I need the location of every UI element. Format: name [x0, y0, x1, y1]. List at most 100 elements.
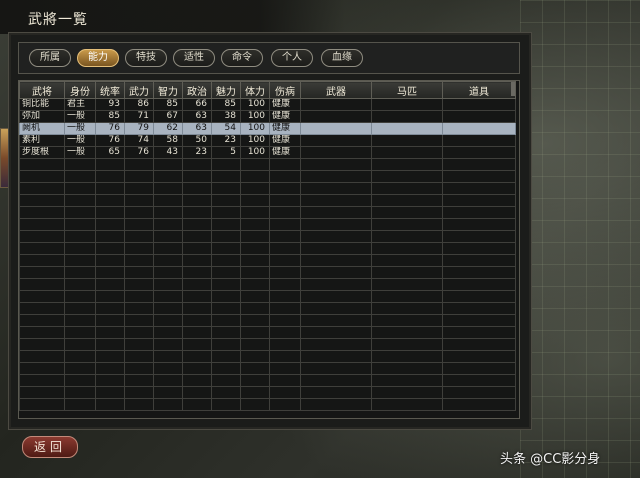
- table-cell: [240, 290, 270, 303]
- table-cell: [211, 278, 241, 291]
- column-header-5[interactable]: 政治: [182, 81, 212, 99]
- table-cell: [19, 254, 65, 267]
- table-cell: [371, 206, 443, 219]
- table-cell: [211, 266, 241, 279]
- scrollbar-thumb[interactable]: [511, 82, 515, 96]
- table-cell: [300, 170, 372, 183]
- table-cell: [442, 362, 516, 375]
- column-header-1[interactable]: 身份: [64, 81, 96, 99]
- table-cell: [442, 374, 516, 387]
- table-cell: [442, 110, 516, 123]
- column-header-7[interactable]: 体力: [240, 81, 270, 99]
- tab-0[interactable]: 所属: [29, 49, 71, 67]
- back-button[interactable]: 返回: [22, 436, 78, 458]
- table-cell: 62: [153, 122, 183, 135]
- table-cell: [19, 158, 65, 171]
- table-row[interactable]: 弥加 一般 85 71 67 63 38 100 健康: [19, 110, 516, 123]
- table-cell: [211, 230, 241, 243]
- column-header-8[interactable]: 伤病: [269, 81, 301, 99]
- column-header-0[interactable]: 武将: [19, 81, 65, 99]
- table-cell: [124, 194, 154, 207]
- table-cell: [211, 314, 241, 327]
- table-cell: [300, 218, 372, 231]
- table-cell: [371, 254, 443, 267]
- table-cell: [269, 338, 301, 351]
- table-row: [19, 170, 516, 183]
- table-cell: 阙机: [19, 122, 65, 135]
- table-cell: [269, 374, 301, 387]
- table-cell: [269, 206, 301, 219]
- table-row[interactable]: 阙机 一般 76 79 62 63 54 100 健康: [19, 122, 516, 135]
- tab-1[interactable]: 能力: [77, 49, 119, 67]
- column-header-4[interactable]: 智力: [153, 81, 183, 99]
- table-cell: [64, 398, 96, 411]
- table-cell: [124, 158, 154, 171]
- table-cell: [153, 194, 183, 207]
- table-cell: [211, 242, 241, 255]
- table-cell: [300, 98, 372, 111]
- column-header-9[interactable]: 武器: [300, 81, 372, 99]
- table-cell: [19, 362, 65, 375]
- table-cell: [371, 98, 443, 111]
- table-cell: [240, 218, 270, 231]
- table-cell: [95, 302, 125, 315]
- table-cell: [371, 290, 443, 303]
- table-cell: [269, 290, 301, 303]
- table-row: [19, 362, 516, 375]
- table-cell: 85: [211, 98, 241, 111]
- table-cell: 100: [240, 98, 270, 111]
- table-cell: [371, 110, 443, 123]
- table-cell: [211, 374, 241, 387]
- table-cell: 38: [211, 110, 241, 123]
- table-cell: [124, 302, 154, 315]
- table-row: [19, 158, 516, 171]
- table-cell: [269, 242, 301, 255]
- table-cell: [371, 338, 443, 351]
- column-header-10[interactable]: 马匹: [371, 81, 443, 99]
- table-cell: [182, 206, 212, 219]
- officer-table-container: 武将 身份 统率 武力 智力 政治 魅力 体力 伤病 武器 马匹 道具 铜比能 君主 93 86 85 66 85…: [18, 80, 520, 419]
- table-cell: [371, 158, 443, 171]
- table-cell: [182, 386, 212, 399]
- table-cell: [19, 374, 65, 387]
- table-cell: [269, 278, 301, 291]
- table-cell: [64, 170, 96, 183]
- table-row[interactable]: 铜比能 君主 93 86 85 66 85 100 健康: [19, 98, 516, 111]
- table-cell: [269, 326, 301, 339]
- table-cell: [211, 170, 241, 183]
- table-row: [19, 206, 516, 219]
- table-cell: [442, 254, 516, 267]
- table-cell: 85: [153, 98, 183, 111]
- column-header-2[interactable]: 统率: [95, 81, 125, 99]
- column-header-11[interactable]: 道具: [442, 81, 516, 99]
- table-cell: 健康: [269, 98, 301, 111]
- tab-3[interactable]: 适性: [173, 49, 215, 67]
- table-cell: [95, 374, 125, 387]
- table-row[interactable]: 素利 一般 76 74 58 50 23 100 健康: [19, 134, 516, 147]
- table-cell: [371, 134, 443, 147]
- table-cell: [240, 374, 270, 387]
- table-cell: [300, 266, 372, 279]
- table-row: [19, 338, 516, 351]
- table-cell: [442, 278, 516, 291]
- table-cell: [269, 218, 301, 231]
- table-cell: [300, 302, 372, 315]
- table-cell: [300, 398, 372, 411]
- table-cell: [211, 302, 241, 315]
- table-cell: [153, 326, 183, 339]
- column-header-6[interactable]: 魅力: [211, 81, 241, 99]
- tab-5[interactable]: 个人: [271, 49, 313, 67]
- table-cell: [124, 230, 154, 243]
- column-header-3[interactable]: 武力: [124, 81, 154, 99]
- tab-6[interactable]: 血缘: [321, 49, 363, 67]
- tab-4[interactable]: 命令: [221, 49, 263, 67]
- table-cell: [211, 398, 241, 411]
- table-cell: [442, 290, 516, 303]
- table-row: [19, 182, 516, 195]
- table-cell: [211, 386, 241, 399]
- tab-2[interactable]: 特技: [125, 49, 167, 67]
- table-row[interactable]: 步度根 一般 65 76 43 23 5 100 健康: [19, 146, 516, 159]
- table-cell: 76: [95, 134, 125, 147]
- table-cell: [371, 182, 443, 195]
- table-cell: 63: [182, 110, 212, 123]
